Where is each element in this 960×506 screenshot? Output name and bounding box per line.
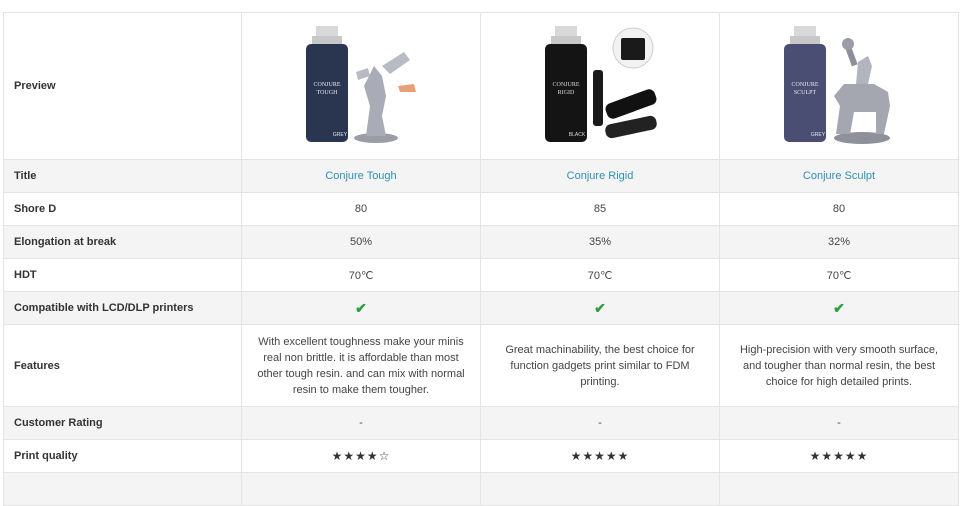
row-label-partial — [3, 472, 242, 506]
row-quality: Print quality ★★★★☆ ★★★★★ ★★★★★ — [3, 439, 959, 473]
check-icon: ✔ — [833, 299, 845, 316]
title-cell: Conjure Tough — [241, 159, 481, 193]
row-label-title: Title — [3, 159, 242, 193]
row-label-features: Features — [3, 324, 242, 407]
row-label-quality: Print quality — [3, 439, 242, 473]
rating-value-rigid: - — [480, 406, 720, 440]
star-rating: ★★★★★ — [570, 449, 630, 463]
preview-cell-sculpt: CONJURE SCULPT GREY — [719, 12, 959, 160]
shore-value-tough: 80 — [241, 192, 481, 226]
shore-value-sculpt: 80 — [719, 192, 959, 226]
row-label-shore: Shore D — [3, 192, 242, 226]
product-title-link-sculpt[interactable]: Conjure Sculpt — [803, 170, 875, 182]
row-label-compatible: Compatible with LCD/DLP printers — [3, 291, 242, 325]
partial-cell — [719, 472, 959, 506]
svg-text:SCULPT: SCULPT — [794, 90, 817, 96]
quality-stars-sculpt: ★★★★★ — [719, 439, 959, 473]
preview-cell-rigid: CONJURE RIGID BLACK — [480, 12, 720, 160]
product-image-tough[interactable]: CONJURE TOUGH GREY — [286, 26, 436, 146]
compatible-cell-rigid: ✔ — [480, 291, 720, 325]
preview-cell-tough: CONJURE TOUGH GREY — [241, 12, 481, 160]
product-image-rigid[interactable]: CONJURE RIGID BLACK — [525, 26, 675, 146]
row-label-rating: Customer Rating — [3, 406, 242, 440]
rating-value-tough: - — [241, 406, 481, 440]
partial-cell — [241, 472, 481, 506]
svg-text:RIGID: RIGID — [558, 90, 575, 96]
features-text-sculpt: High-precision with very smooth surface,… — [719, 324, 959, 407]
row-label-hdt: HDT — [3, 258, 242, 292]
row-preview: Preview CONJURE TOUGH GREY CONJURE RIGID… — [3, 12, 959, 160]
svg-text:CONJURE: CONJURE — [552, 82, 579, 88]
check-icon: ✔ — [594, 299, 606, 316]
quality-stars-rigid: ★★★★★ — [480, 439, 720, 473]
row-title: Title Conjure Tough Conjure Rigid Conjur… — [3, 159, 959, 193]
row-compatible: Compatible with LCD/DLP printers ✔ ✔ ✔ — [3, 291, 959, 325]
partial-cell — [480, 472, 720, 506]
row-partial — [3, 472, 959, 506]
hdt-value-tough: 70℃ — [241, 258, 481, 292]
hdt-value-sculpt: 70℃ — [719, 258, 959, 292]
title-cell: Conjure Sculpt — [719, 159, 959, 193]
svg-text:BLACK: BLACK — [569, 132, 586, 138]
svg-text:CONJURE: CONJURE — [313, 82, 340, 88]
svg-text:CONJURE: CONJURE — [791, 82, 818, 88]
quality-stars-tough: ★★★★☆ — [241, 439, 481, 473]
features-text-tough: With excellent toughness make your minis… — [241, 324, 481, 407]
row-hdt: HDT 70℃ 70℃ 70℃ — [3, 258, 959, 292]
product-image-sculpt[interactable]: CONJURE SCULPT GREY — [764, 26, 914, 146]
elongation-value-rigid: 35% — [480, 225, 720, 259]
svg-text:GREY: GREY — [811, 132, 826, 138]
elongation-value-sculpt: 32% — [719, 225, 959, 259]
row-elongation: Elongation at break 50% 35% 32% — [3, 225, 959, 259]
hdt-value-rigid: 70℃ — [480, 258, 720, 292]
rating-value-sculpt: - — [719, 406, 959, 440]
row-rating: Customer Rating - - - — [3, 406, 959, 440]
row-label-elongation: Elongation at break — [3, 225, 242, 259]
product-title-link-rigid[interactable]: Conjure Rigid — [567, 170, 634, 182]
product-title-link-tough[interactable]: Conjure Tough — [325, 170, 396, 182]
product-comparison-table: Preview CONJURE TOUGH GREY CONJURE RIGID… — [3, 12, 959, 506]
features-text-rigid: Great machinability, the best choice for… — [480, 324, 720, 407]
compatible-cell-tough: ✔ — [241, 291, 481, 325]
elongation-value-tough: 50% — [241, 225, 481, 259]
svg-text:TOUGH: TOUGH — [317, 90, 339, 96]
comparison-table-container: Preview CONJURE TOUGH GREY CONJURE RIGID… — [3, 12, 959, 506]
row-features: Features With excellent toughness make y… — [3, 324, 959, 407]
row-label-preview: Preview — [3, 12, 242, 160]
star-rating: ★★★★★ — [809, 449, 869, 463]
check-icon: ✔ — [355, 299, 367, 316]
title-cell: Conjure Rigid — [480, 159, 720, 193]
row-shore: Shore D 80 85 80 — [3, 192, 959, 226]
svg-text:GREY: GREY — [333, 132, 348, 138]
star-rating: ★★★★☆ — [331, 449, 391, 463]
shore-value-rigid: 85 — [480, 192, 720, 226]
compatible-cell-sculpt: ✔ — [719, 291, 959, 325]
